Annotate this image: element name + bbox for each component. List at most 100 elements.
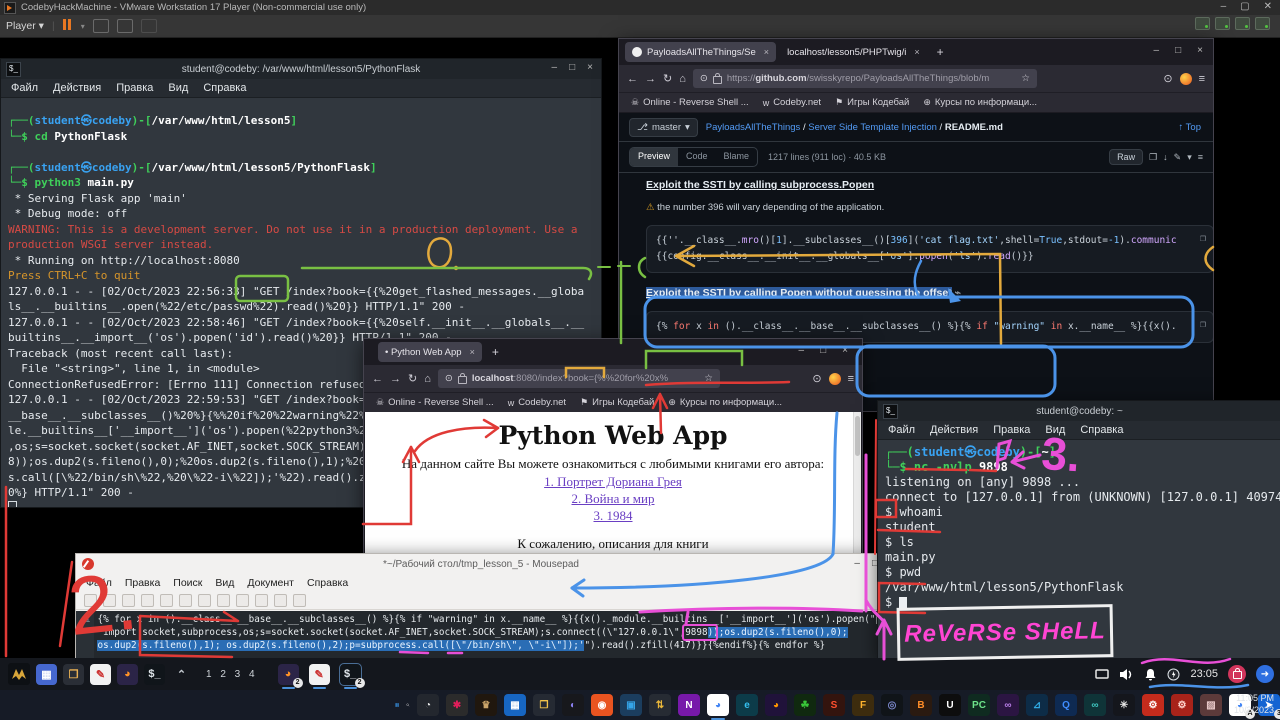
menu-item[interactable]: Правка xyxy=(116,82,153,94)
onenote-icon[interactable]: N xyxy=(678,694,700,716)
close-button[interactable]: × xyxy=(1197,45,1203,56)
close-button[interactable]: × xyxy=(587,62,593,73)
save-icon[interactable] xyxy=(122,594,135,607)
menu-item[interactable]: Правка xyxy=(993,424,1030,436)
bookmark-item[interactable]: ⚑Игры Кодебай xyxy=(580,397,654,408)
vm-network-icon[interactable] xyxy=(1215,17,1230,30)
menu-item[interactable]: Действия xyxy=(930,424,978,436)
notification-bell-icon[interactable] xyxy=(1144,668,1157,681)
tab-python-web-app[interactable]: • Python Web App × xyxy=(378,342,482,362)
f-app-icon[interactable]: F xyxy=(852,694,874,716)
raw-button[interactable]: Raw xyxy=(1109,149,1143,165)
terminal-icon[interactable]: $_ xyxy=(144,664,165,685)
tab-preview[interactable]: Preview xyxy=(630,148,678,166)
menu-item[interactable]: Файл xyxy=(888,424,915,436)
copy-icon[interactable]: ❐ xyxy=(1200,317,1206,333)
vmware-close-button[interactable]: ✕ xyxy=(1264,1,1272,12)
search-icon[interactable] xyxy=(406,696,410,714)
maximize-button[interactable]: □ xyxy=(569,62,575,73)
tab-localhost-phptwig[interactable]: localhost/lesson5/PHPTwig/i × xyxy=(780,42,927,62)
close-button[interactable]: × xyxy=(842,345,848,356)
tab-code[interactable]: Code xyxy=(678,148,716,166)
bookmark-item[interactable]: ⊕Курсы по информаци... xyxy=(923,97,1037,108)
code-block-1[interactable]: ❐{{''.__class__.mro()[1].__subclasses__(… xyxy=(646,225,1213,273)
minimize-button[interactable]: – xyxy=(1154,45,1160,56)
maximize-button[interactable]: □ xyxy=(1175,45,1181,56)
calendar-icon[interactable]: ▦ xyxy=(504,694,526,716)
home-icon[interactable]: ⌂ xyxy=(679,73,686,85)
speedtest-icon[interactable]: ◔ xyxy=(417,694,439,716)
workspace-switcher[interactable]: 1 2 3 4 xyxy=(206,669,258,680)
transfer-icon[interactable]: ⇅ xyxy=(649,694,671,716)
explorer-icon[interactable]: ❒ xyxy=(533,694,555,716)
edit-icon[interactable]: ✎ xyxy=(1174,152,1182,163)
menu-item[interactable]: Файл xyxy=(86,577,112,589)
virtualbox-icon[interactable]: ▣ xyxy=(620,694,642,716)
redo-icon[interactable] xyxy=(198,594,211,607)
kali-logo-icon[interactable] xyxy=(8,663,30,685)
vm-pause-button[interactable] xyxy=(63,19,73,33)
update-icon[interactable]: ➜ xyxy=(1256,665,1274,683)
chrome-icon[interactable]: ◕ xyxy=(707,694,729,716)
steam-icon[interactable]: ◎ xyxy=(881,694,903,716)
menu-item[interactable]: Правка xyxy=(125,577,160,589)
terminal-titlebar[interactable]: $_ student@codeby: ~ xyxy=(878,401,1280,421)
mousepad-editor[interactable]: 1 {% for x in ().__class__.__base__.__su… xyxy=(76,611,886,658)
bookmark-item[interactable]: ⊕Курсы по информаци... xyxy=(668,397,782,408)
menu-item[interactable]: Поиск xyxy=(173,577,202,589)
bookmark-item[interactable]: wCodeby.net xyxy=(508,397,566,408)
shield-icon[interactable]: ⊙ xyxy=(700,73,708,84)
breadcrumb-repo[interactable]: PayloadsAllTheThings xyxy=(706,122,801,133)
back-icon[interactable]: ← xyxy=(627,73,638,85)
menu-item[interactable]: Действия xyxy=(53,82,101,94)
unreal-icon[interactable]: U xyxy=(939,694,961,716)
editor-text[interactable]: {% for x in ().__class__.__base__.__subc… xyxy=(94,611,886,658)
windows-clock[interactable]: 11:05 PM 10/2/2023 xyxy=(1234,692,1274,716)
copy-icon[interactable]: ❐ xyxy=(1200,231,1206,247)
menu-item[interactable]: Справка xyxy=(203,82,246,94)
slack-icon[interactable]: ✱ xyxy=(446,694,468,716)
open-file-icon[interactable] xyxy=(103,594,116,607)
firefox-icon[interactable]: ◕ xyxy=(117,664,138,685)
breadcrumb-folder[interactable]: Server Side Template Injection xyxy=(808,122,937,133)
outline-icon[interactable]: ≡ xyxy=(1198,152,1203,162)
forward-icon[interactable]: → xyxy=(645,73,656,85)
edit-caret-icon[interactable]: ▾ xyxy=(1187,152,1192,163)
screen-lock-icon[interactable] xyxy=(1228,665,1246,683)
book-link-1[interactable]: 1. Портрет Дориана Грея xyxy=(365,474,861,490)
ubuntu-icon[interactable]: ◉ xyxy=(591,694,613,716)
pocket-icon[interactable]: ⊙ xyxy=(1163,72,1172,85)
display-icon[interactable] xyxy=(1095,669,1109,680)
edge-icon[interactable]: e xyxy=(736,694,758,716)
bookmark-item[interactable]: ☠Online - Reverse Shell ... xyxy=(376,397,494,408)
terminal-output[interactable]: ┌──(student㉿codeby)-[~]└─$ nc -nvlp 9898… xyxy=(878,441,1280,659)
menu-item[interactable]: Справка xyxy=(1080,424,1123,436)
vm-pause-caret-icon[interactable]: ▾ xyxy=(81,22,85,31)
windows-start-button[interactable] xyxy=(395,695,399,715)
minimize-button[interactable]: – xyxy=(854,558,860,569)
vmware-maximize-button[interactable]: ▢ xyxy=(1240,1,1249,12)
photos-icon[interactable]: ▨ xyxy=(1200,694,1222,716)
firefox-account-icon[interactable] xyxy=(1180,73,1192,85)
file-manager-icon[interactable]: ❒ xyxy=(63,664,84,685)
bookmark-item[interactable]: wCodeby.net xyxy=(763,97,821,108)
bookmark-star-icon[interactable]: ☆ xyxy=(1021,73,1030,84)
vmware-player-menu[interactable]: Player ▾ xyxy=(6,20,44,32)
vm-fullscreen-icon[interactable] xyxy=(117,19,133,33)
scrollbar[interactable] xyxy=(853,412,861,558)
pin-app-icon[interactable]: Q xyxy=(1055,694,1077,716)
tab-close-icon[interactable]: × xyxy=(764,47,769,57)
task-firefox[interactable]: ◕2 xyxy=(278,664,299,685)
url-bar[interactable]: ⊙ https://github.com/swisskyrepo/Payload… xyxy=(693,69,1037,88)
copy-icon[interactable] xyxy=(236,594,249,607)
pycharm-icon[interactable]: PC xyxy=(968,694,990,716)
terminal-titlebar[interactable]: $_ student@codeby: /var/www/html/lesson5… xyxy=(1,59,601,79)
cut-icon[interactable] xyxy=(217,594,230,607)
firefox-icon[interactable]: ◕ xyxy=(765,694,787,716)
visualstudio-icon[interactable]: ∞ xyxy=(997,694,1019,716)
vmware-minimize-button[interactable]: – xyxy=(1221,1,1227,12)
forward-icon[interactable]: → xyxy=(390,373,401,385)
gear-red-icon[interactable]: ⚙ xyxy=(1142,694,1164,716)
tab-blame[interactable]: Blame xyxy=(716,148,758,166)
menu-item[interactable]: Справка xyxy=(307,577,348,589)
